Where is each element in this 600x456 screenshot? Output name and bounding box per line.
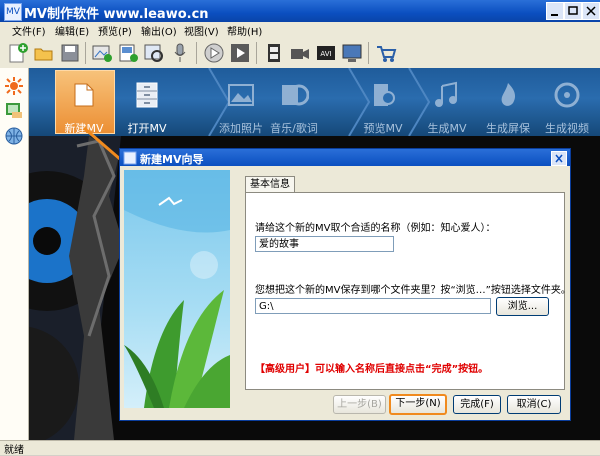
menu-edit[interactable]: 编辑(E) bbox=[55, 23, 89, 38]
nav-generate-screensaver[interactable]: 生成屏保 bbox=[480, 74, 536, 135]
new-document-icon bbox=[74, 83, 94, 107]
folder-path-input[interactable]: G:\ bbox=[255, 298, 491, 314]
play-forward-icon bbox=[231, 44, 249, 62]
dialog-title: 新建MV向导 bbox=[140, 153, 204, 166]
tab-basic-info[interactable]: 基本信息 bbox=[245, 176, 295, 193]
advanced-user-tip: 【高级用户】可以输入名称后直接点击“完成”按钮。 bbox=[255, 364, 489, 375]
photo-preview-icon bbox=[144, 44, 163, 62]
avi-icon: AVI bbox=[317, 46, 335, 60]
nav-preview-mv[interactable]: 预览MV bbox=[356, 74, 410, 135]
nav-label: 音乐/歌词 bbox=[270, 122, 318, 135]
disc-icon bbox=[554, 82, 580, 108]
close-icon bbox=[555, 154, 563, 163]
disc-preview-icon bbox=[374, 84, 395, 106]
nav-add-photos[interactable]: 添加照片 bbox=[214, 74, 268, 135]
menu-bar: 文件(F) 编辑(E) 预览(P) 输出(O) 视图(V) 帮助(H) bbox=[0, 22, 600, 38]
app-icon: MV bbox=[4, 3, 22, 21]
photo-list-icon bbox=[6, 103, 22, 118]
status-bar: 就绪 bbox=[0, 440, 600, 456]
next-button[interactable]: 下一步(N) bbox=[389, 394, 447, 415]
close-button[interactable] bbox=[582, 2, 600, 20]
cancel-button[interactable]: 取消(C) bbox=[507, 395, 561, 414]
music-note-icon bbox=[435, 81, 457, 107]
sky-plant-illustration bbox=[124, 170, 230, 408]
save-icon bbox=[61, 44, 79, 62]
menu-output[interactable]: 输出(O) bbox=[141, 23, 177, 38]
menu-file[interactable]: 文件(F) bbox=[12, 23, 46, 38]
sidebar-web-button[interactable] bbox=[4, 126, 24, 146]
nav-music-lyrics[interactable]: 音乐/歌词 bbox=[266, 74, 322, 135]
toolbar-separator bbox=[368, 42, 369, 64]
close-icon bbox=[586, 6, 596, 16]
play-forward-button[interactable] bbox=[228, 41, 252, 65]
landscape-photo-icon bbox=[228, 84, 254, 106]
mic-icon bbox=[174, 43, 186, 62]
folder-prompt: 您想把这个新的MV保存到哪个文件夹里？按“浏览…”按钮选择文件夹。 bbox=[255, 285, 571, 296]
toolbar-separator bbox=[85, 42, 86, 64]
maximize-button[interactable] bbox=[564, 2, 582, 20]
avi-icon-text: AVI bbox=[320, 50, 331, 58]
nav-label: 添加照片 bbox=[219, 122, 263, 135]
mv-name-input[interactable]: 爱的故事 bbox=[255, 236, 394, 252]
dialog-titlebar[interactable]: 新建MV向导 bbox=[120, 149, 570, 166]
music-disc-icon bbox=[282, 84, 309, 106]
film-button[interactable] bbox=[262, 41, 286, 65]
finish-button[interactable]: 完成(F) bbox=[453, 395, 501, 414]
toolbar-separator bbox=[256, 42, 257, 64]
avi-button[interactable]: AVI bbox=[314, 41, 338, 65]
browse-button[interactable]: 浏览... bbox=[496, 297, 549, 316]
add-image-icon bbox=[92, 45, 112, 62]
nav-generate-video[interactable]: 生成视频 bbox=[538, 74, 596, 135]
globe-icon bbox=[5, 127, 23, 145]
video-camera-icon bbox=[291, 49, 309, 59]
open-button[interactable] bbox=[32, 41, 56, 65]
sidebar-effects-button[interactable] bbox=[4, 76, 24, 96]
new-button[interactable] bbox=[6, 41, 30, 65]
basic-info-panel: 请给这个新的MV取个合适的名称（例如：知心爱人）： 爱的故事 您想把这个新的MV… bbox=[245, 192, 571, 390]
photo-preview-button[interactable] bbox=[142, 41, 166, 65]
prev-button[interactable]: 上一步(B) bbox=[333, 395, 386, 414]
new-mv-wizard-dialog: 新建MV向导 基本信息 请给这个新的MV取个合适的名称（例如：知心爱人）： 爱的… bbox=[119, 148, 571, 421]
add-photo-button[interactable] bbox=[116, 41, 140, 65]
toolbar-separator bbox=[196, 42, 197, 64]
left-sidebar bbox=[0, 68, 29, 440]
screen-button[interactable] bbox=[340, 41, 364, 65]
sunburst-icon bbox=[5, 77, 23, 95]
film-icon bbox=[268, 44, 280, 62]
window-titlebar[interactable]: MV MV制作软件 www.leawo.cn bbox=[0, 0, 600, 22]
window-title: MV制作软件 www.leawo.cn bbox=[24, 7, 209, 22]
nav-label: 预览MV bbox=[363, 122, 403, 135]
dialog-close-button[interactable] bbox=[551, 151, 567, 166]
play-button[interactable] bbox=[202, 41, 226, 65]
dialog-app-icon bbox=[123, 151, 137, 165]
screen-icon bbox=[342, 44, 362, 62]
save-button[interactable] bbox=[58, 41, 82, 65]
cart-icon bbox=[377, 46, 397, 62]
add-image-button[interactable] bbox=[90, 41, 114, 65]
name-prompt: 请给这个新的MV取个合适的名称（例如：知心爱人）： bbox=[255, 223, 496, 234]
nav-label: 生成屏保 bbox=[486, 122, 530, 135]
nav-label: 生成视频 bbox=[545, 122, 589, 135]
open-icon bbox=[34, 48, 53, 61]
mic-button[interactable] bbox=[168, 41, 192, 65]
toolbar: AVI bbox=[0, 38, 600, 69]
cart-button[interactable] bbox=[374, 41, 398, 65]
maximize-icon bbox=[568, 6, 578, 15]
new-icon bbox=[9, 43, 28, 63]
nav-label: 生成MV bbox=[427, 122, 467, 135]
minimize-icon bbox=[551, 14, 558, 16]
minimize-button[interactable] bbox=[546, 2, 564, 20]
menu-help[interactable]: 帮助(H) bbox=[227, 23, 262, 38]
flame-icon bbox=[501, 83, 516, 106]
wizard-side-artwork bbox=[124, 170, 230, 408]
add-photo-icon bbox=[119, 44, 138, 62]
menu-view[interactable]: 视图(V) bbox=[184, 23, 219, 38]
play-icon bbox=[204, 43, 224, 63]
sidebar-photo-button[interactable] bbox=[4, 100, 24, 120]
menu-preview[interactable]: 预览(P) bbox=[98, 23, 132, 38]
nav-generate-mv[interactable]: 生成MV bbox=[420, 74, 474, 135]
video-camera-button[interactable] bbox=[288, 41, 312, 65]
cabinet-icon bbox=[136, 82, 158, 108]
